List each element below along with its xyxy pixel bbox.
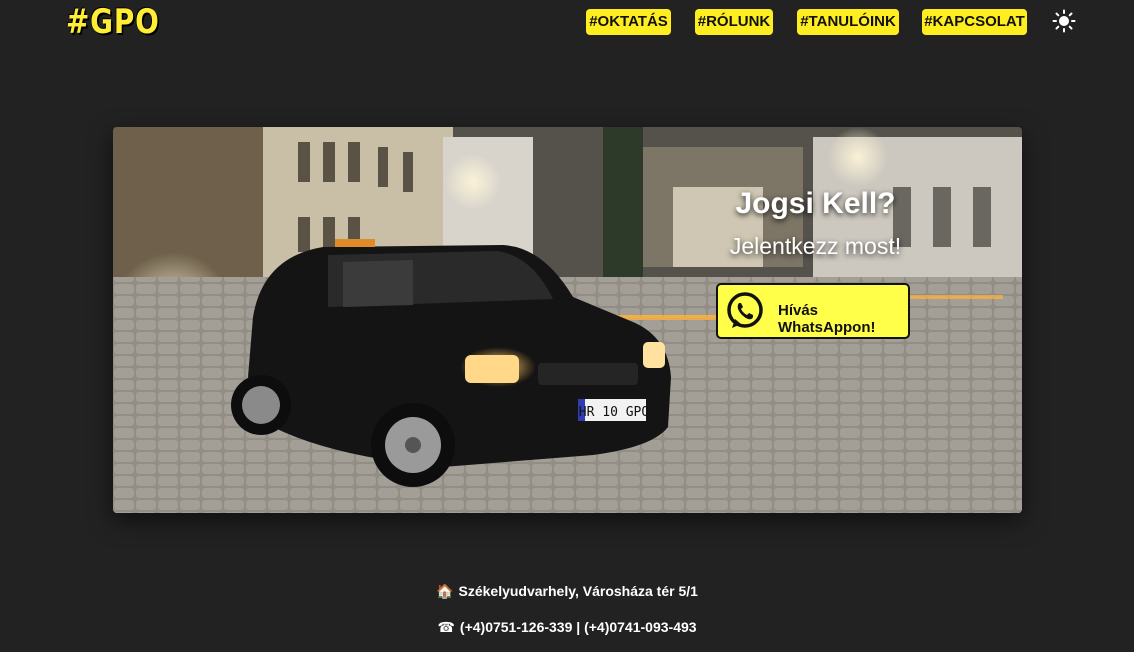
nav-tanuloink[interactable]: #TANULÓINK [797,9,899,35]
footer-phones: ☎ (+4)0751-126-339 | (+4)0741-093-493 [0,619,1134,636]
whatsapp-call-button[interactable]: Hívás WhatsAppon! [716,283,910,339]
license-plate-text: HR 10 GPO [579,405,650,420]
footer-address: 🏠 Székelyudvarhely, Városháza tér 5/1 [0,583,1134,600]
hero-subtitle: Jelentkezz most! [729,233,902,259]
hero-banner: HR 10 GPO Jogsi Kell? Jelentkezz most! H… [113,127,1022,513]
nav-rolunk[interactable]: #RÓLUNK [695,9,773,35]
sun-icon [1052,9,1076,33]
nav-kapcsolat[interactable]: #KAPCSOLAT [922,9,1027,35]
theme-toggle-button[interactable] [1052,9,1076,33]
telephone-icon: ☎ [437,619,455,635]
page: #GPO #OKTATÁS #RÓLUNK #TANULÓINK #KAPCSO… [0,0,1134,652]
whatsapp-icon [727,292,763,328]
house-icon: 🏠 [436,583,454,599]
phone-numbers[interactable]: (+4)0751-126-339 | (+4)0741-093-493 [460,619,697,635]
nav-oktatas[interactable]: #OKTATÁS [586,9,671,35]
hero-title: Jogsi Kell? [735,187,896,220]
whatsapp-button-label: Hívás WhatsAppon! [778,302,876,336]
address-text: Székelyudvarhely, Városháza tér 5/1 [458,583,698,599]
site-logo[interactable]: #GPO [66,2,160,42]
